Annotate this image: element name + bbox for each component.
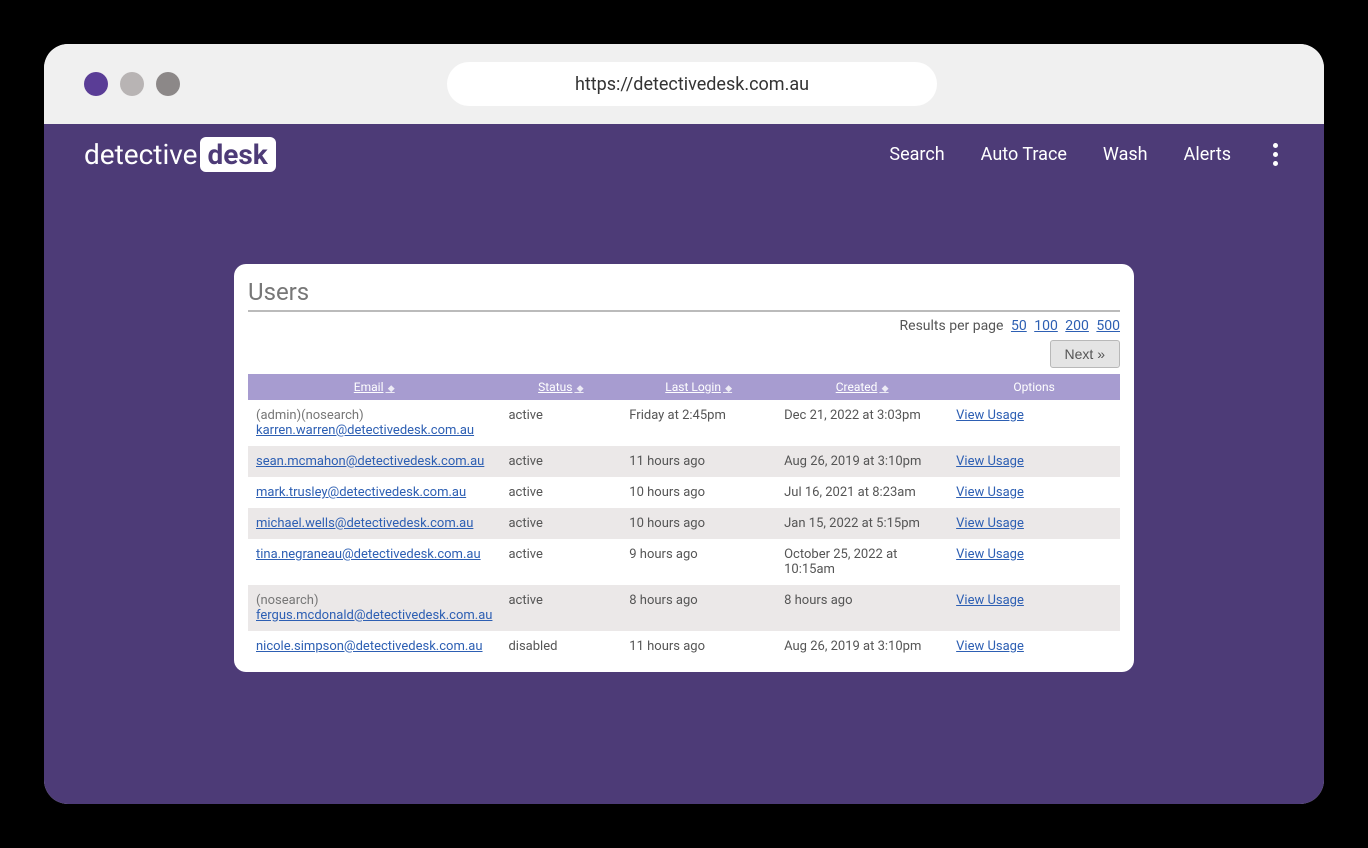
cell-status: active xyxy=(500,477,621,508)
cell-created: Dec 21, 2022 at 3:03pm xyxy=(776,400,948,446)
panel-title: Users xyxy=(248,278,1120,312)
url-bar[interactable]: https://detectivedesk.com.au xyxy=(447,62,937,106)
cell-last-login: Friday at 2:45pm xyxy=(621,400,776,446)
cell-last-login: 11 hours ago xyxy=(621,631,776,662)
cell-email: tina.negraneau@detectivedesk.com.au xyxy=(248,539,500,585)
cell-created: 8 hours ago xyxy=(776,585,948,631)
col-options: Options xyxy=(948,374,1120,400)
cell-last-login: 10 hours ago xyxy=(621,508,776,539)
browser-chrome: https://detectivedesk.com.au xyxy=(44,44,1324,124)
col-email-sort[interactable]: Email ◆ xyxy=(354,380,395,394)
sort-icon: ◆ xyxy=(723,384,732,394)
page-size-200[interactable]: 200 xyxy=(1065,318,1089,334)
user-email-link[interactable]: nicole.simpson@detectivedesk.com.au xyxy=(256,639,483,654)
traffic-light-maximize[interactable] xyxy=(156,72,180,96)
col-last-login-sort[interactable]: Last Login ◆ xyxy=(665,380,732,394)
logo-badge: desk xyxy=(200,137,276,172)
page-size-500[interactable]: 500 xyxy=(1096,318,1120,334)
view-usage-link[interactable]: View Usage xyxy=(956,485,1024,500)
view-usage-link[interactable]: View Usage xyxy=(956,408,1024,423)
cell-created: Jan 15, 2022 at 5:15pm xyxy=(776,508,948,539)
results-label: Results per page xyxy=(900,318,1004,334)
cell-last-login: 9 hours ago xyxy=(621,539,776,585)
sort-icon: ◆ xyxy=(879,384,888,394)
user-email-link[interactable]: karren.warren@detectivedesk.com.au xyxy=(256,423,474,438)
cell-email: mark.trusley@detectivedesk.com.au xyxy=(248,477,500,508)
cell-email: (admin)(nosearch)karren.warren@detective… xyxy=(248,400,500,446)
sort-icon: ◆ xyxy=(574,384,583,394)
table-row: (admin)(nosearch)karren.warren@detective… xyxy=(248,400,1120,446)
cell-options: View Usage xyxy=(948,508,1120,539)
cell-created: Jul 16, 2021 at 8:23am xyxy=(776,477,948,508)
user-email-link[interactable]: tina.negraneau@detectivedesk.com.au xyxy=(256,547,481,562)
cell-created: Aug 26, 2019 at 3:10pm xyxy=(776,631,948,662)
cell-last-login: 8 hours ago xyxy=(621,585,776,631)
cell-status: active xyxy=(500,400,621,446)
cell-email: sean.mcmahon@detectivedesk.com.au xyxy=(248,446,500,477)
table-row: nicole.simpson@detectivedesk.com.au disab… xyxy=(248,631,1120,662)
nav-auto-trace[interactable]: Auto Trace xyxy=(981,144,1067,165)
more-menu-icon[interactable] xyxy=(1267,137,1284,172)
table-row: mark.trusley@detectivedesk.com.au active1… xyxy=(248,477,1120,508)
cell-created: Aug 26, 2019 at 3:10pm xyxy=(776,446,948,477)
user-email-link[interactable]: mark.trusley@detectivedesk.com.au xyxy=(256,485,466,500)
next-button[interactable]: Next » xyxy=(1050,340,1120,368)
results-per-page: Results per page 50 100 200 500 xyxy=(248,318,1120,334)
cell-created: October 25, 2022 at 10:15am xyxy=(776,539,948,585)
cell-options: View Usage xyxy=(948,539,1120,585)
traffic-light-minimize[interactable] xyxy=(120,72,144,96)
view-usage-link[interactable]: View Usage xyxy=(956,454,1024,469)
view-usage-link[interactable]: View Usage xyxy=(956,547,1024,562)
cell-email: (nosearch)fergus.mcdonald@detectivedesk.… xyxy=(248,585,500,631)
cell-status: active xyxy=(500,446,621,477)
cell-options: View Usage xyxy=(948,585,1120,631)
user-email-link[interactable]: fergus.mcdonald@detectivedesk.com.au xyxy=(256,608,492,623)
user-email-link[interactable]: sean.mcmahon@detectivedesk.com.au xyxy=(256,454,484,469)
nav-search[interactable]: Search xyxy=(889,144,944,165)
users-table: Email ◆ Status ◆ Last Login ◆ Created ◆ … xyxy=(248,374,1120,662)
browser-frame: https://detectivedesk.com.au detective d… xyxy=(44,44,1324,804)
user-prefix: (nosearch) xyxy=(256,593,492,608)
col-created-sort[interactable]: Created ◆ xyxy=(836,380,889,394)
table-row: tina.negraneau@detectivedesk.com.au activ… xyxy=(248,539,1120,585)
page-size-100[interactable]: 100 xyxy=(1034,318,1058,334)
traffic-light-close[interactable] xyxy=(84,72,108,96)
cell-options: View Usage xyxy=(948,446,1120,477)
table-header-row: Email ◆ Status ◆ Last Login ◆ Created ◆ … xyxy=(248,374,1120,400)
table-row: michael.wells@detectivedesk.com.au active… xyxy=(248,508,1120,539)
page-size-50[interactable]: 50 xyxy=(1011,318,1027,334)
view-usage-link[interactable]: View Usage xyxy=(956,639,1024,654)
logo-prefix: detective xyxy=(84,138,198,171)
cell-options: View Usage xyxy=(948,631,1120,662)
cell-last-login: 10 hours ago xyxy=(621,477,776,508)
cell-last-login: 11 hours ago xyxy=(621,446,776,477)
cell-status: active xyxy=(500,585,621,631)
nav-wash[interactable]: Wash xyxy=(1103,144,1148,165)
app-header: detective desk Search Auto Trace Wash Al… xyxy=(44,124,1324,184)
col-status-sort[interactable]: Status ◆ xyxy=(538,380,583,394)
users-panel: Users Results per page 50 100 200 500 Ne… xyxy=(234,264,1134,672)
cell-options: View Usage xyxy=(948,400,1120,446)
nav: Search Auto Trace Wash Alerts xyxy=(889,137,1284,172)
cell-status: disabled xyxy=(500,631,621,662)
cell-status: active xyxy=(500,508,621,539)
user-email-link[interactable]: michael.wells@detectivedesk.com.au xyxy=(256,516,473,531)
cell-options: View Usage xyxy=(948,477,1120,508)
view-usage-link[interactable]: View Usage xyxy=(956,593,1024,608)
nav-alerts[interactable]: Alerts xyxy=(1184,144,1231,165)
cell-email: michael.wells@detectivedesk.com.au xyxy=(248,508,500,539)
cell-status: active xyxy=(500,539,621,585)
app-viewport: detective desk Search Auto Trace Wash Al… xyxy=(44,124,1324,804)
table-row: (nosearch)fergus.mcdonald@detectivedesk.… xyxy=(248,585,1120,631)
logo[interactable]: detective desk xyxy=(84,137,276,172)
table-row: sean.mcmahon@detectivedesk.com.au active1… xyxy=(248,446,1120,477)
cell-email: nicole.simpson@detectivedesk.com.au xyxy=(248,631,500,662)
view-usage-link[interactable]: View Usage xyxy=(956,516,1024,531)
user-prefix: (admin)(nosearch) xyxy=(256,408,492,423)
traffic-lights xyxy=(84,72,180,96)
sort-icon: ◆ xyxy=(386,384,395,394)
